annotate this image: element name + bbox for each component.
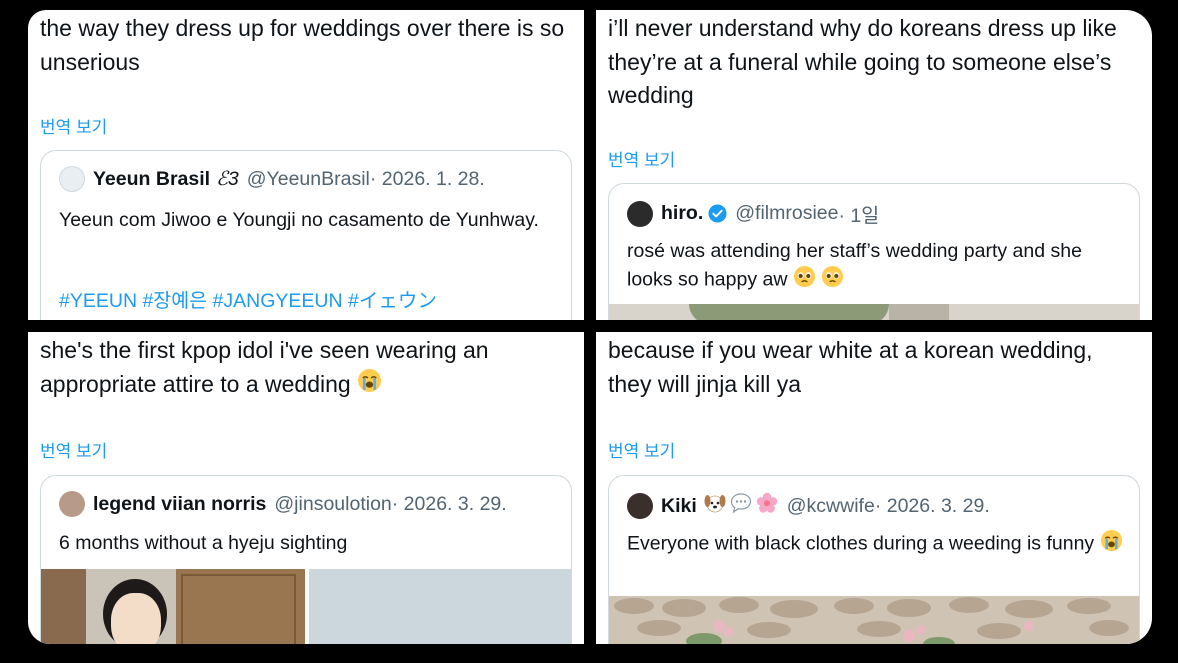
- quoted-tweet[interactable]: hiro. @filmrosiee · 1일 rosé was attendin…: [608, 183, 1140, 320]
- translate-link[interactable]: 번역 보기: [608, 146, 675, 171]
- post-time[interactable]: · 2026. 3. 29.: [875, 495, 990, 518]
- speech-bubble-emoji-icon: [729, 491, 753, 521]
- quote-header: hiro. @filmrosiee · 1일: [627, 199, 879, 228]
- avatar[interactable]: [59, 491, 85, 517]
- tweet-text: i’ll never understand why do koreans dre…: [608, 15, 1117, 108]
- quote-header: legend viian norris @jinsoulotion · 2026…: [59, 491, 507, 517]
- loudly-crying-face-emoji-icon: [1100, 529, 1123, 560]
- tweet-text: she's the first kpop idol i've seen wear…: [40, 334, 570, 403]
- quoted-tweet[interactable]: Yeeun Brasil ℰ3 @YeeunBrasil · 2026. 1. …: [40, 150, 572, 320]
- loudly-crying-face-emoji-icon: [357, 368, 382, 403]
- pleading-face-emoji-icon: [793, 265, 816, 296]
- quote-photo[interactable]: [309, 569, 571, 644]
- dog-face-emoji-icon: [703, 491, 727, 521]
- author-name[interactable]: Kiki: [661, 495, 697, 518]
- avatar[interactable]: [627, 200, 653, 227]
- author-handle[interactable]: @filmrosiee: [735, 202, 838, 225]
- tweet-text-content: she's the first kpop idol i've seen wear…: [40, 337, 489, 397]
- quote-text-content: Everyone with black clothes during a wee…: [627, 532, 1095, 555]
- author-name[interactable]: hiro.: [661, 202, 703, 225]
- name-suffix: ℰ3: [216, 168, 239, 190]
- author-handle[interactable]: @jinsoulotion: [274, 493, 391, 516]
- quoted-tweet[interactable]: legend viian norris @jinsoulotion · 2026…: [40, 475, 572, 644]
- author-name[interactable]: legend viian norris: [93, 493, 266, 516]
- post-time[interactable]: · 2026. 3. 29.: [392, 493, 507, 516]
- quote-header: Yeeun Brasil ℰ3 @YeeunBrasil · 2026. 1. …: [59, 166, 485, 192]
- translate-link[interactable]: 번역 보기: [40, 113, 107, 138]
- author-handle[interactable]: @YeeunBrasil: [247, 168, 370, 191]
- tweet-panel-3[interactable]: she's the first kpop idol i've seen wear…: [28, 332, 584, 644]
- quote-photo[interactable]: [609, 304, 1139, 320]
- translate-link[interactable]: 번역 보기: [40, 437, 107, 462]
- quote-photos: [41, 569, 571, 644]
- avatar[interactable]: [627, 493, 653, 519]
- quote-text-content: rosé was attending her staff’s wedding p…: [627, 240, 1082, 291]
- quote-header: Kiki @kcwwife · 2026. 3. 29.: [627, 491, 990, 521]
- translate-link[interactable]: 번역 보기: [608, 437, 675, 462]
- author-handle[interactable]: @kcwwife: [787, 495, 875, 518]
- tweet-panel-2[interactable]: i’ll never understand why do koreans dre…: [596, 10, 1152, 320]
- quote-text: Everyone with black clothes during a wee…: [627, 529, 1125, 560]
- quote-photo[interactable]: [609, 596, 1139, 644]
- quote-text: rosé was attending her staff’s wedding p…: [627, 237, 1125, 296]
- post-time[interactable]: · 2026. 1. 28.: [370, 168, 485, 191]
- pleading-face-emoji-icon: [821, 265, 844, 296]
- avatar[interactable]: [59, 166, 85, 192]
- quote-photo[interactable]: [41, 569, 305, 644]
- tweet-text: because if you wear white at a korean we…: [608, 337, 1093, 397]
- author-name[interactable]: Yeeun Brasil: [93, 168, 210, 191]
- cherry-blossom-emoji-icon: [755, 491, 779, 521]
- tweet-text: the way they dress up for weddings over …: [40, 15, 565, 75]
- post-time[interactable]: · 1일: [838, 199, 879, 228]
- verified-badge-icon: [708, 204, 727, 223]
- quote-hashtags[interactable]: #YEEUN #장예은 #JANGYEEUN #イェウン: [59, 287, 557, 315]
- quote-text: 6 months without a hyeju sighting: [59, 532, 348, 554]
- quoted-tweet[interactable]: Kiki @kcwwife · 2026. 3. 29. Everyone wi…: [608, 475, 1140, 644]
- quote-text: Yeeun com Jiwoo e Youngji no casamento d…: [59, 209, 539, 231]
- tweet-panel-4[interactable]: because if you wear white at a korean we…: [596, 332, 1152, 644]
- tweet-panel-1[interactable]: the way they dress up for weddings over …: [28, 10, 584, 320]
